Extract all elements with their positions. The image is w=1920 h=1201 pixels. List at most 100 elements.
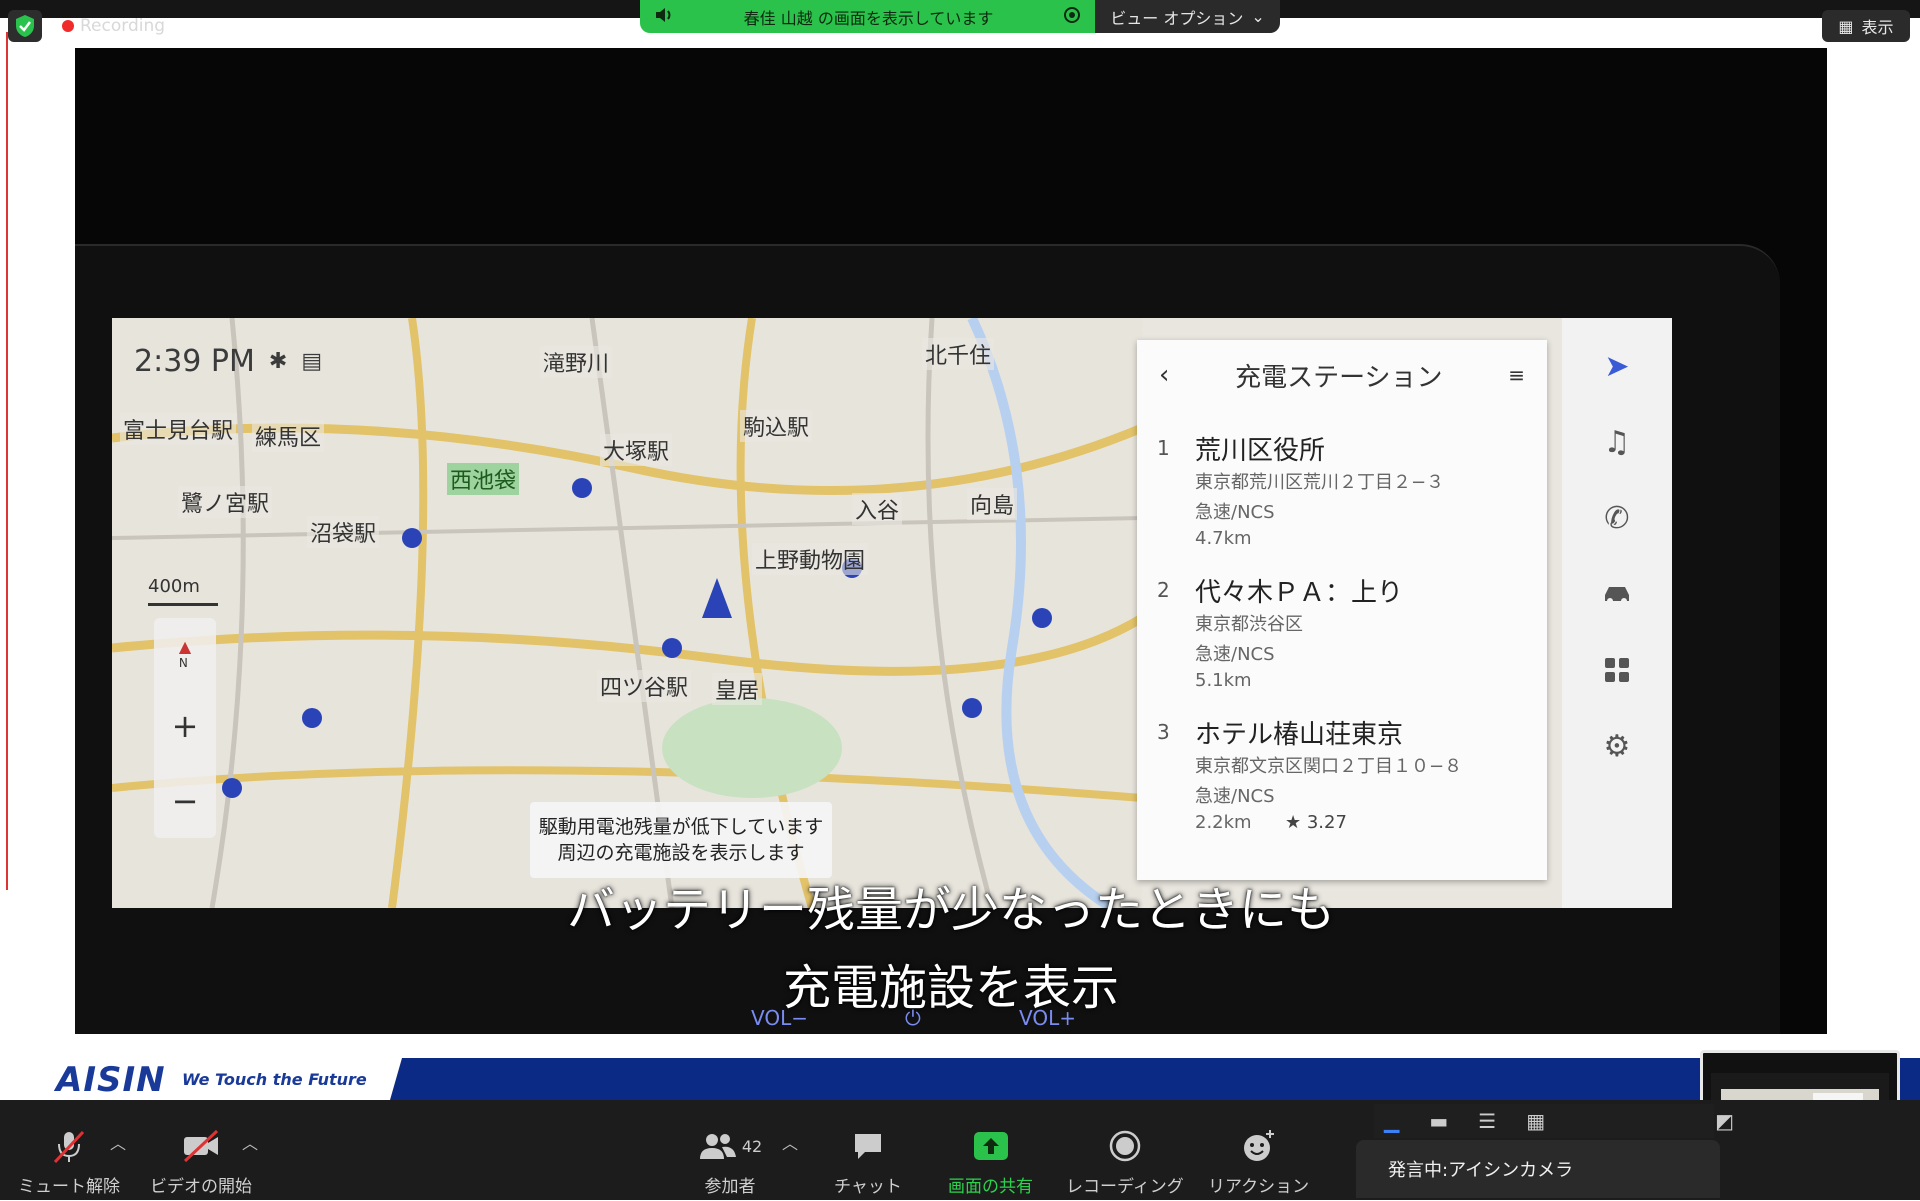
participants-label: 参加者 [704,1177,756,1197]
car-icon[interactable] [1589,566,1645,622]
zoom-in-button[interactable]: + [172,707,199,745]
vol-plus-label: VOL+ [1019,1006,1076,1030]
banner-line: 周辺の充電施設を表示します [557,842,805,864]
view-options-button[interactable]: ビュー オプション ⌄ [1095,0,1280,33]
place-label: 西池袋 [447,463,520,495]
record-label: レコーディング [1066,1177,1184,1197]
share-screen-icon [969,1126,1013,1166]
share-status: 春佳 山越 の画面を表示しています [640,0,1095,33]
place-label: 鷺ノ宮駅 [178,486,273,518]
vol-minus-label: VOL− [751,1006,808,1030]
single-view-icon[interactable]: ▬ [1429,1109,1448,1133]
result-distance: 4.7km [1195,528,1252,549]
view-options-label: ビュー オプション [1110,8,1244,28]
place-label: 四ツ谷駅 [597,670,692,702]
chat-button[interactable]: チャット [834,1126,902,1197]
start-video-label: ビデオの開始 [150,1177,252,1197]
result-item[interactable]: 3 ホテル椿山荘東京 東京都文京区関口２丁目１０−８ 急速/NCS 2.2km … [1157,714,1537,844]
status-time: 2:39 PM ✱ ▤ [134,344,322,379]
window-edge [0,32,8,890]
place-label: 練馬区 [252,420,325,452]
place-label: 入谷 [852,493,903,525]
result-type: 急速/NCS [1195,644,1275,665]
participants-count: 42 [741,1136,763,1156]
shared-screen-video: 2:39 PM ✱ ▤ 滝野川 大塚駅 西池袋 練馬区 富士見台駅 鷺ノ宮駅 沼… [75,48,1827,1034]
speaker-icon[interactable] [654,6,674,28]
video-layout-controls: ▁ ▬ ☰ ▦ ◩ [1374,1104,1734,1138]
gallery-view-icon[interactable]: ▦ [1526,1109,1545,1133]
hardware-buttons: VOL− ⏻ VOL+ [75,1006,1827,1034]
scale-bar [148,603,218,606]
brand-tagline: We Touch the Future [182,1070,367,1089]
reactions-button[interactable]: リアクション [1208,1126,1309,1197]
microphone-muted-icon [47,1126,91,1166]
result-distance: 5.1km [1195,670,1252,691]
recording-dot-icon [62,20,74,32]
place-label: 向島 [967,488,1018,520]
result-name: ホテル椿山荘東京 [1195,720,1404,750]
back-icon[interactable]: ‹ [1159,360,1169,390]
place-label: 滝野川 [540,346,613,378]
share-screen-button[interactable]: 画面の共有 [948,1126,1033,1197]
share-status-text: 春佳 山越 の画面を表示しています [743,8,994,28]
share-screen-label: 画面の共有 [948,1177,1033,1197]
mute-label: ミュート解除 [18,1177,120,1197]
result-address: 東京都文京区関口２丁目１０−８ [1195,756,1463,777]
reactions-label: リアクション [1208,1177,1310,1197]
start-video-button[interactable]: ビデオの開始 [150,1126,252,1197]
security-shield-icon[interactable] [8,10,42,42]
result-number: 1 [1157,436,1170,460]
display-button[interactable]: ▦ 表示 [1822,10,1910,42]
charging-station-panel: ‹ 充電ステーション ≡ 1 荒川区役所 東京都荒川区荒川２丁目２−３ 急速/N… [1137,340,1547,880]
power-icon: ⏻ [905,1006,921,1030]
scale-label: 400m [148,576,200,597]
mute-button[interactable]: ミュート解除 [18,1126,120,1197]
signal-icon: ▤ [301,349,323,374]
chat-bubble-icon [846,1126,890,1166]
record-button[interactable]: レコーディング [1066,1126,1184,1197]
place-label: 大塚駅 [600,434,673,466]
result-type: 急速/NCS [1195,502,1275,523]
chevron-up-icon[interactable]: ︿ [110,1130,126,1154]
north-arrow-icon[interactable]: ▲ N [179,637,191,670]
place-label: 富士見台駅 [120,413,237,445]
result-address: 東京都荒川区荒川２丁目２−３ [1195,472,1445,493]
brand-banner-stripe [390,1058,1920,1100]
result-distance: 2.2km [1195,812,1252,833]
result-number: 2 [1157,578,1170,602]
phone-icon[interactable]: ✆ [1589,490,1645,546]
chevron-down-icon: ⌄ [1251,7,1265,26]
map-view[interactable]: 2:39 PM ✱ ▤ 滝野川 大塚駅 西池袋 練馬区 富士見台駅 鷺ノ宮駅 沼… [112,318,1145,908]
place-label: 沼袋駅 [307,516,380,548]
music-icon[interactable]: ♫ [1589,414,1645,470]
result-type: 急速/NCS [1195,786,1275,807]
minimize-video-icon[interactable]: ◩ [1715,1109,1734,1133]
result-item[interactable]: 1 荒川区役所 東京都荒川区荒川２丁目２−３ 急速/NCS 4.7km [1157,430,1537,560]
zoom-out-button[interactable]: − [172,782,199,820]
apps-grid-icon[interactable] [1589,642,1645,698]
participants-button[interactable]: 42 参加者 [690,1126,770,1197]
sort-icon[interactable]: ≡ [1508,363,1525,387]
settings-gear-icon[interactable]: ⚙ [1589,718,1645,774]
active-speaker-label: 発言中:アイシンカメラ [1356,1140,1720,1198]
result-rating: ★ 3.27 [1285,812,1347,833]
place-label: 北千住 [922,338,995,370]
subtitle-line: バッテリー残量が少なったときにも [566,882,1335,938]
chat-label: チャット [834,1177,902,1197]
bluetooth-icon: ✱ [268,349,288,374]
speaker-view-icon[interactable]: ▁ [1384,1109,1399,1133]
panel-title: 充電ステーション [1235,362,1443,393]
chevron-up-icon[interactable]: ︿ [242,1130,258,1154]
banner-line: 駆動用電池残量が低下しています [538,816,824,838]
stacked-view-icon[interactable]: ☰ [1478,1109,1496,1133]
recording-label: Recording [80,16,166,36]
result-name: 代々木ＰＡ：上り [1195,578,1404,608]
result-item[interactable]: 2 代々木ＰＡ：上り 東京都渋谷区 急速/NCS 5.1km [1157,572,1537,702]
place-label: 上野動物園 [752,543,869,575]
place-label: 駒込駅 [740,410,813,442]
grid-icon: ▦ [1838,16,1854,36]
panel-header: ‹ 充電ステーション ≡ [1137,340,1547,410]
display-label: 表示 [1861,18,1894,37]
chevron-up-icon[interactable]: ︿ [782,1130,798,1154]
navigation-arrow-icon[interactable]: ➤ [1589,338,1645,394]
